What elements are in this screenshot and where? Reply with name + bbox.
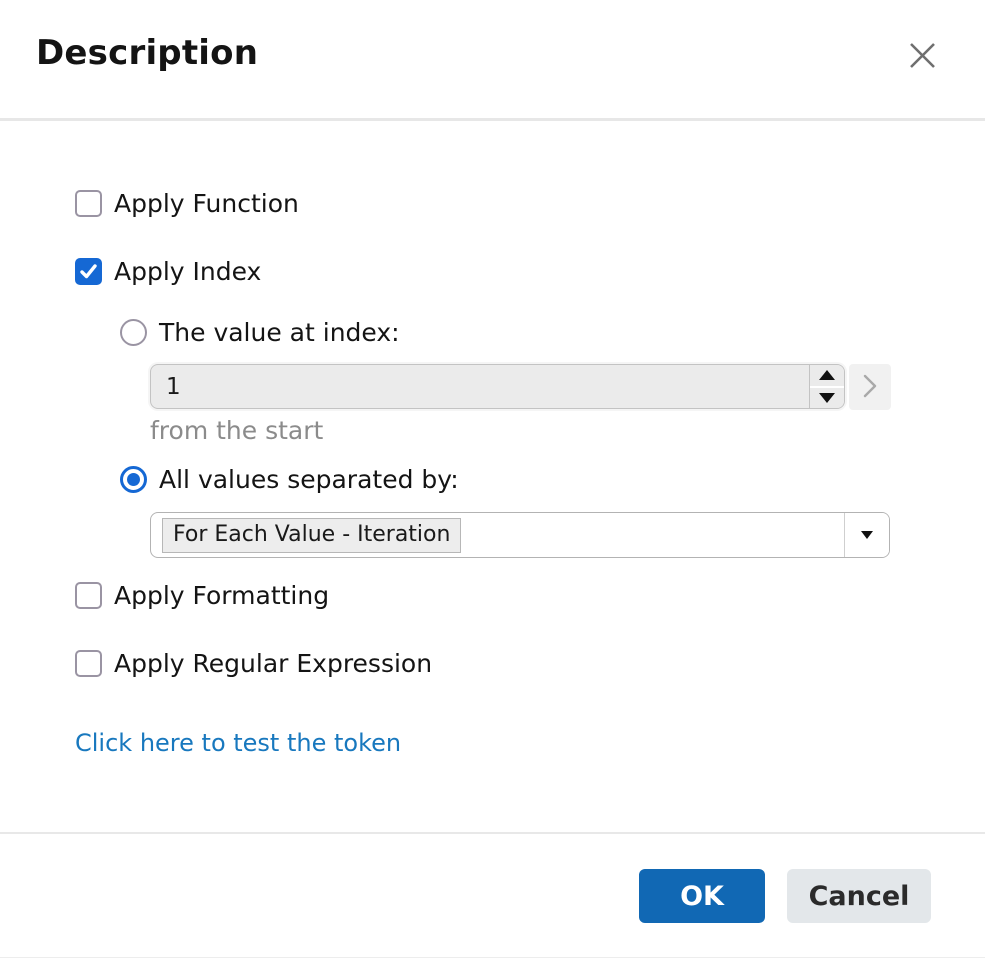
- number-spinner: [809, 365, 844, 408]
- apply-formatting-row[interactable]: Apply Formatting: [75, 581, 329, 610]
- test-token-link[interactable]: Click here to test the token: [75, 729, 401, 757]
- ok-button[interactable]: OK: [639, 869, 765, 923]
- index-hint-text: from the start: [150, 416, 324, 445]
- checkmark-icon: [80, 264, 97, 279]
- apply-function-label: Apply Function: [114, 189, 299, 218]
- index-input-value[interactable]: 1: [151, 365, 809, 408]
- radio-dot: [127, 473, 140, 486]
- apply-regex-label: Apply Regular Expression: [114, 649, 433, 678]
- description-dialog: Description Apply Function Apply Index T…: [0, 0, 985, 958]
- triangle-down-icon: [819, 392, 835, 403]
- close-icon: [908, 41, 937, 73]
- close-button[interactable]: [905, 40, 939, 74]
- separator-dropdown-button[interactable]: [844, 513, 889, 557]
- apply-index-label: Apply Index: [114, 257, 262, 286]
- value-at-index-row[interactable]: The value at index:: [120, 318, 400, 347]
- apply-regex-checkbox[interactable]: [75, 650, 102, 677]
- separator-combobox[interactable]: For Each Value - Iteration: [150, 512, 890, 558]
- spinner-up-button[interactable]: [810, 365, 844, 388]
- all-values-radio[interactable]: [120, 466, 147, 493]
- footer-divider: [0, 832, 985, 834]
- all-values-label: All values separated by:: [159, 465, 459, 494]
- all-values-row[interactable]: All values separated by:: [120, 465, 459, 494]
- spinner-down-button[interactable]: [810, 387, 844, 408]
- token-chip[interactable]: For Each Value - Iteration: [162, 517, 462, 553]
- apply-index-checkbox[interactable]: [75, 258, 102, 285]
- separator-input[interactable]: For Each Value - Iteration: [151, 513, 844, 557]
- apply-index-row[interactable]: Apply Index: [75, 257, 261, 286]
- cancel-button[interactable]: Cancel: [787, 869, 931, 923]
- chevron-right-icon: [862, 373, 878, 402]
- expand-index-button[interactable]: [849, 364, 891, 410]
- header-divider: [0, 118, 985, 121]
- triangle-up-icon: [819, 370, 835, 381]
- apply-function-row[interactable]: Apply Function: [75, 189, 299, 218]
- apply-function-checkbox[interactable]: [75, 190, 102, 217]
- value-at-index-radio[interactable]: [120, 319, 147, 346]
- apply-regex-row[interactable]: Apply Regular Expression: [75, 649, 432, 678]
- apply-formatting-label: Apply Formatting: [114, 581, 330, 610]
- index-number-input[interactable]: 1: [150, 364, 845, 409]
- apply-formatting-checkbox[interactable]: [75, 582, 102, 609]
- dropdown-arrow-icon: [861, 531, 873, 539]
- dialog-title: Description: [36, 33, 259, 73]
- value-at-index-label: The value at index:: [159, 318, 400, 347]
